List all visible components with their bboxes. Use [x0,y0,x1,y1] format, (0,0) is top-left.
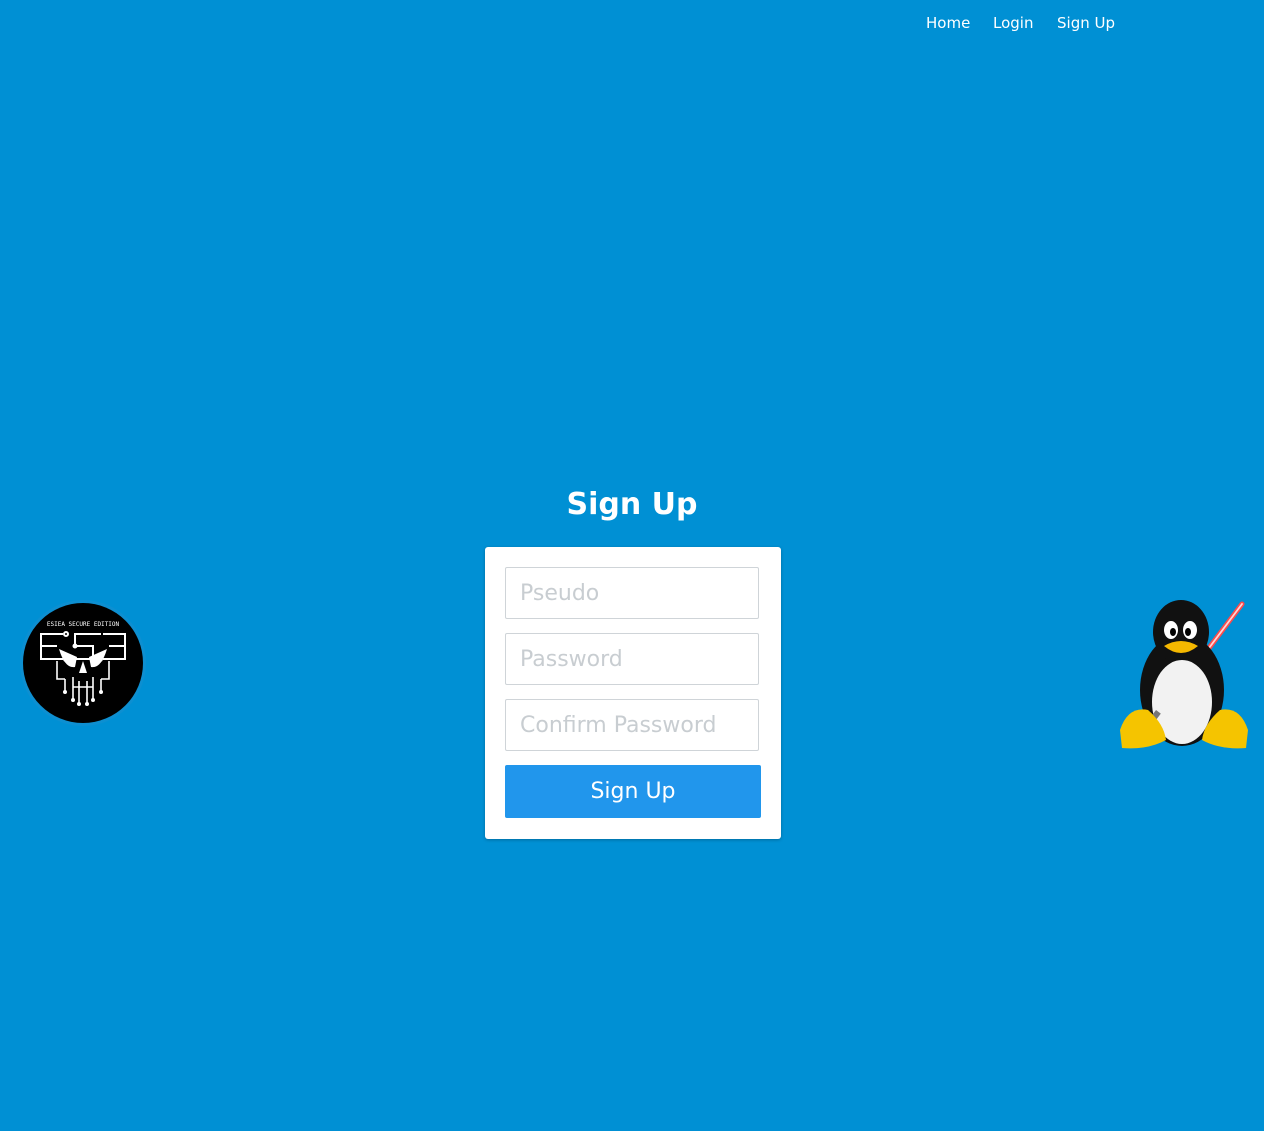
nav-signup-link[interactable]: Sign Up [1057,13,1115,33]
pseudo-input[interactable] [505,567,759,619]
confirm-password-input[interactable] [505,699,759,751]
tux-lightsaber-mascot [1120,600,1248,749]
nav-home-link[interactable]: Home [926,13,970,33]
signup-form: Sign Up [485,547,781,839]
ese-logo: ESIEA SECURE EDITION [20,600,146,726]
top-nav: Home Login Sign Up [0,0,1264,46]
password-input[interactable] [505,633,759,685]
page-title: Sign Up [566,487,698,522]
nav-login-link[interactable]: Login [993,13,1033,33]
signup-submit-button[interactable]: Sign Up [505,765,761,818]
svg-text:ESIEA SECURE EDITION: ESIEA SECURE EDITION [47,621,120,628]
